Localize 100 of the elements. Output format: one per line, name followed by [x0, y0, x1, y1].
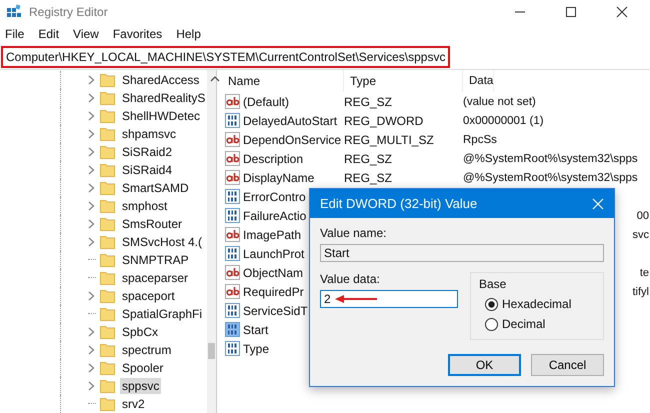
value-data: te: [640, 266, 649, 278]
value-data: @%SystemRoot%\system32\spps: [463, 152, 638, 164]
folder-icon: [100, 199, 115, 213]
value-name[interactable]: LaunchProt: [243, 246, 304, 260]
folder-icon: [100, 361, 115, 375]
folder-icon: [100, 325, 115, 339]
value-type: REG_MULTI_SZ: [344, 132, 435, 146]
folder-icon: [100, 181, 115, 195]
expand-chevron-icon[interactable]: [88, 363, 95, 373]
value-data: RpcSs: [463, 134, 497, 146]
folder-icon: [100, 271, 115, 285]
expand-chevron-icon[interactable]: [88, 327, 95, 337]
value-type: REG_DWORD: [344, 114, 424, 128]
tree-item[interactable]: spaceport: [120, 288, 177, 304]
tree-item[interactable]: SNMPTRAP: [120, 252, 191, 268]
menu-item[interactable]: View: [73, 27, 99, 41]
value-type: REG_SZ: [344, 152, 394, 166]
folder-icon: [100, 217, 115, 231]
tree-item[interactable]: ShellHWDetec: [120, 108, 202, 124]
value-type: REG_SZ: [344, 94, 394, 108]
expand-chevron-icon[interactable]: [88, 183, 95, 193]
annotation-arrow-icon: [334, 295, 377, 303]
tree-item[interactable]: Spooler: [120, 360, 166, 376]
value-name-field[interactable]: Start: [320, 244, 604, 262]
value-name[interactable]: DelayedAutoStart: [243, 114, 338, 128]
radio-label[interactable]: Hexadecimal: [502, 297, 572, 311]
value-name[interactable]: Description: [243, 152, 304, 166]
dialog-button[interactable]: OK: [448, 354, 521, 376]
value-data: svc: [632, 228, 649, 240]
expand-chevron-icon[interactable]: [88, 75, 95, 85]
value-name[interactable]: Type: [243, 342, 270, 356]
maximize-icon[interactable]: [565, 6, 577, 18]
column-header[interactable]: Type: [344, 70, 463, 92]
folder-icon: [100, 397, 115, 411]
value-name[interactable]: DisplayName: [243, 170, 314, 184]
tree-item[interactable]: SpbCx: [120, 324, 160, 340]
value-name[interactable]: DependOnService: [243, 132, 342, 146]
tree-item[interactable]: SiSRaid2: [120, 144, 174, 160]
tree-item[interactable]: smphost: [120, 198, 170, 214]
folder-icon: [100, 73, 115, 87]
tree-item[interactable]: SiSRaid4: [120, 162, 174, 178]
value-name[interactable]: RequiredPr: [243, 284, 304, 298]
expand-chevron-icon[interactable]: [88, 201, 95, 211]
tree-item[interactable]: SharedRealityS: [120, 90, 208, 106]
expand-chevron-icon[interactable]: [88, 147, 95, 157]
expand-chevron-icon[interactable]: [88, 345, 95, 355]
column-header[interactable]: Name: [222, 70, 344, 92]
radio-button[interactable]: [485, 318, 498, 330]
folder-icon: [100, 127, 115, 141]
expand-chevron-icon[interactable]: [88, 219, 95, 229]
dialog-button[interactable]: Cancel: [531, 354, 604, 376]
menu-item[interactable]: File: [5, 27, 24, 41]
radio-label[interactable]: Decimal: [502, 317, 546, 331]
tree-item[interactable]: SpatialGraphFi: [120, 306, 204, 322]
folder-icon: [100, 307, 115, 321]
scroll-up-icon[interactable]: [210, 76, 220, 82]
tree-item[interactable]: SmartSAMD: [120, 180, 191, 196]
value-type: REG_SZ: [344, 170, 394, 184]
value-name[interactable]: ServiceSidT: [243, 304, 308, 318]
value-data: tifyl: [632, 286, 649, 298]
value-name[interactable]: FailureActio: [243, 208, 306, 222]
expand-chevron-icon[interactable]: [88, 111, 95, 121]
folder-icon: [100, 145, 115, 159]
folder-icon: [100, 343, 115, 357]
tree-item[interactable]: srv2: [120, 396, 147, 412]
address-bar[interactable]: Computer\HKEY_LOCAL_MACHINE\SYSTEM\CurrentControlSet\Services\sppsvc: [1, 46, 450, 68]
value-data-field[interactable]: 2: [320, 290, 458, 308]
tree-item[interactable]: SmsRouter: [120, 216, 184, 232]
expand-chevron-icon[interactable]: [88, 165, 95, 175]
value-name[interactable]: ImagePath: [243, 228, 302, 242]
tree-item[interactable]: SMSvcHost 4.(: [120, 234, 204, 250]
scroll-thumb[interactable]: [208, 343, 215, 359]
value-name[interactable]: ObjectNam: [243, 266, 304, 280]
folder-icon: [100, 109, 115, 123]
folder-icon: [100, 379, 115, 393]
close-icon[interactable]: [616, 6, 628, 18]
tree-item[interactable]: spectrum: [120, 342, 174, 358]
column-header[interactable]: Data: [463, 70, 494, 92]
value-name[interactable]: Start: [243, 322, 268, 336]
registry-editor-icon: [6, 4, 22, 20]
value-name-label: Value name:: [320, 226, 388, 240]
menu-item[interactable]: Favorites: [112, 27, 162, 41]
window-title: Registry Editor: [29, 5, 108, 19]
menu-item[interactable]: Edit: [38, 27, 60, 41]
expand-chevron-icon[interactable]: [88, 237, 95, 247]
expand-chevron-icon[interactable]: [88, 291, 95, 301]
tree-item[interactable]: shpamsvc: [120, 126, 178, 142]
tree-item[interactable]: sppsvc: [120, 378, 162, 394]
tree-item[interactable]: spaceparser: [120, 270, 190, 286]
expand-chevron-icon[interactable]: [88, 381, 95, 391]
value-name[interactable]: (Default): [243, 94, 290, 108]
radio-button[interactable]: [485, 298, 498, 310]
value-data: @%SystemRoot%\system32\spps: [463, 172, 638, 184]
expand-chevron-icon[interactable]: [88, 129, 95, 139]
menu-item[interactable]: Help: [176, 27, 201, 41]
tree-item[interactable]: SharedAccess: [120, 72, 202, 88]
expand-chevron-icon[interactable]: [88, 93, 95, 103]
base-label: Base: [479, 277, 508, 291]
value-name[interactable]: ErrorContro: [243, 190, 306, 204]
folder-icon: [100, 235, 115, 249]
